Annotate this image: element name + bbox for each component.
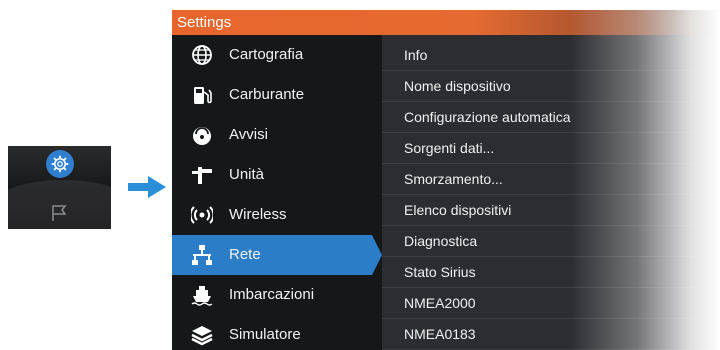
sidebar-item-carburante[interactable]: Carburante xyxy=(172,75,382,115)
globe-icon xyxy=(192,45,212,65)
list-item-elenco-dispositivi[interactable]: Elenco dispositivi xyxy=(382,195,720,226)
list-item-stato-sirius[interactable]: Stato Sirius xyxy=(382,257,720,288)
sidebar-item-label: Simulatore xyxy=(229,326,301,343)
list-item-label: NMEA2000 xyxy=(404,295,476,311)
list-item-configurazione-automatica[interactable]: Configurazione automatica xyxy=(382,102,720,133)
units-icon xyxy=(192,167,212,184)
vessel-icon xyxy=(191,286,213,306)
list-item-label: Configurazione automatica xyxy=(404,109,571,125)
list-item-label: Diagnostica xyxy=(404,233,478,249)
wireless-icon xyxy=(191,206,213,224)
layers-icon xyxy=(191,326,213,346)
list-item-label: Elenco dispositivi xyxy=(404,202,512,218)
fuel-pump-icon xyxy=(194,87,212,104)
sidebar-item-wireless[interactable]: Wireless xyxy=(172,195,382,235)
sidebar-item-imbarcazioni[interactable]: Imbarcazioni xyxy=(172,275,382,315)
list-item-smorzamento[interactable]: Smorzamento... xyxy=(382,164,720,195)
list-item-nome-dispositivo[interactable]: Nome dispositivo xyxy=(382,71,720,102)
settings-window: Settings Cartografia Carburante Avvisi U… xyxy=(172,10,720,350)
alarm-icon xyxy=(193,127,211,145)
list-item-label: Nome dispositivo xyxy=(404,78,511,94)
window-title: Settings xyxy=(177,14,232,31)
list-item-label: Stato Sirius xyxy=(404,264,476,280)
list-item-nmea2000[interactable]: NMEA2000 xyxy=(382,288,720,319)
sidebar-item-label: Wireless xyxy=(229,206,287,223)
sidebar-item-label: Imbarcazioni xyxy=(229,286,315,303)
sidebar-item-label: Avvisi xyxy=(229,126,268,143)
list-item-label: Sorgenti dati... xyxy=(404,140,495,156)
arrow-right-icon xyxy=(128,176,166,198)
network-options-list: Info Nome dispositivo Configurazione aut… xyxy=(382,35,720,350)
list-item-label: Info xyxy=(404,47,428,63)
settings-thumbnail xyxy=(8,146,111,229)
sidebar-item-label: Cartografia xyxy=(229,46,304,63)
flag-icon xyxy=(52,205,67,221)
list-item-diagnostica[interactable]: Diagnostica xyxy=(382,226,720,257)
sidebar-item-avvisi[interactable]: Avvisi xyxy=(172,115,382,155)
sidebar-item-rete[interactable]: Rete xyxy=(172,235,382,275)
list-item-label: NMEA0183 xyxy=(404,326,476,342)
list-item-sorgenti-dati[interactable]: Sorgenti dati... xyxy=(382,133,720,164)
gear-icon xyxy=(46,150,74,178)
list-item-nmea0183[interactable]: NMEA0183 xyxy=(382,319,720,350)
sidebar-item-unita[interactable]: Unità xyxy=(172,155,382,195)
settings-sidebar: Cartografia Carburante Avvisi Unità Wire… xyxy=(172,35,382,350)
title-bar: Settings xyxy=(172,10,720,35)
sidebar-item-cartografia[interactable]: Cartografia xyxy=(172,35,382,75)
sidebar-item-simulatore[interactable]: Simulatore xyxy=(172,315,382,350)
network-icon xyxy=(192,245,212,265)
list-item-info[interactable]: Info xyxy=(382,40,720,71)
sidebar-item-label: Rete xyxy=(229,246,261,263)
sidebar-item-label: Carburante xyxy=(229,86,305,103)
list-item-label: Smorzamento... xyxy=(404,171,503,187)
sidebar-item-label: Unità xyxy=(229,166,265,183)
